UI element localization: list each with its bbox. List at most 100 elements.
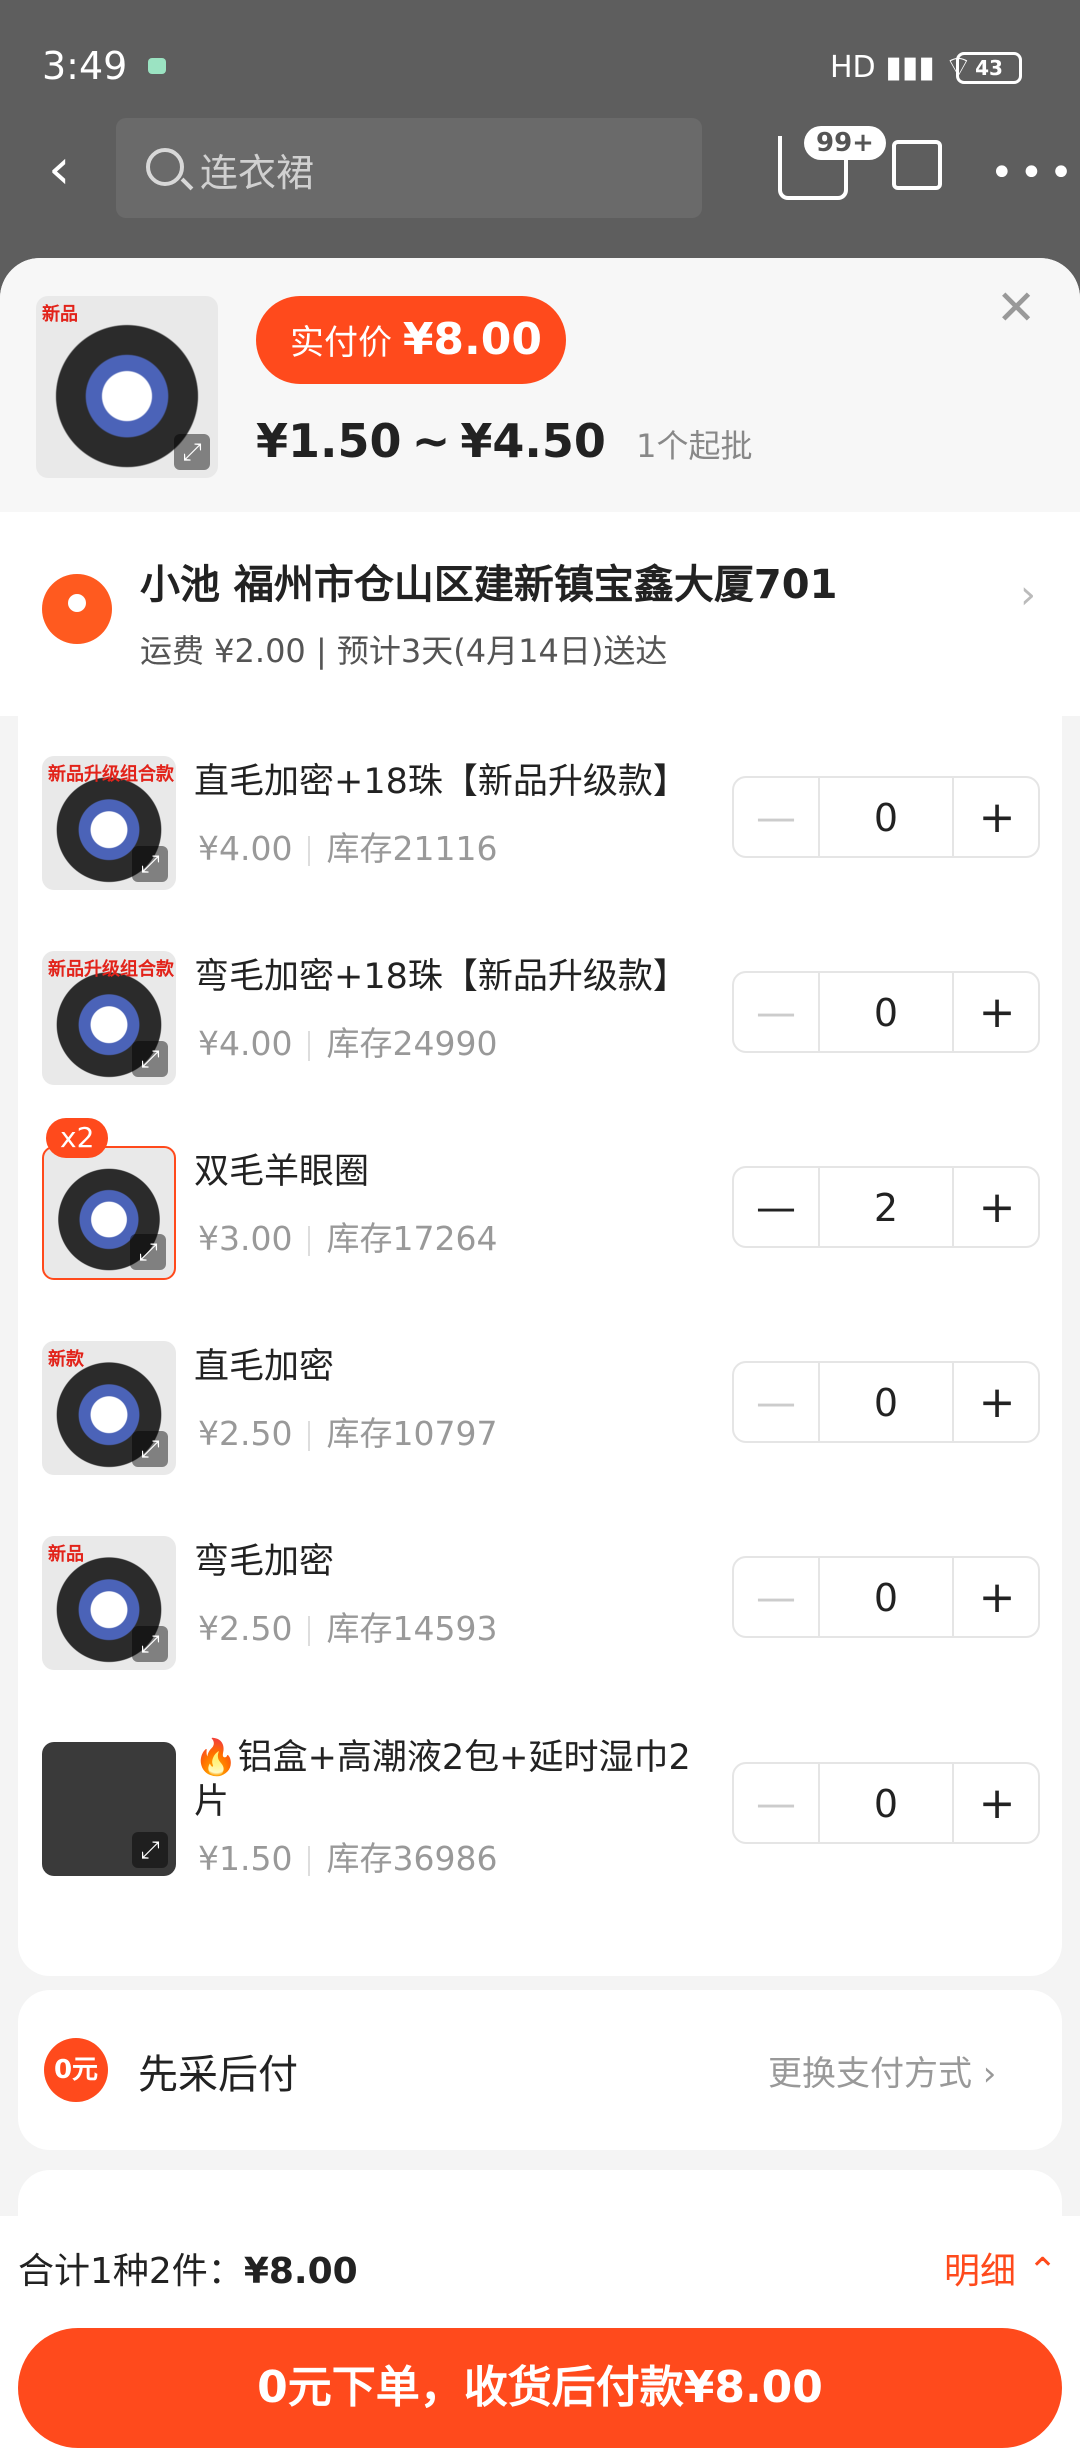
cart-badge: 99+ bbox=[804, 126, 886, 160]
quantity-input[interactable]: 0 bbox=[818, 1363, 954, 1443]
item-meta: ¥1.50 库存36986 bbox=[198, 1832, 497, 1880]
detail-toggle[interactable]: 明细 ⌃ bbox=[944, 2242, 1058, 2294]
item-title: 直毛加密+18珠【新品升级款】 bbox=[194, 762, 688, 802]
quantity-input[interactable]: 0 bbox=[818, 778, 954, 858]
product-thumbnail[interactable]: ⤢ bbox=[42, 1146, 176, 1280]
paid-label: 实付价 bbox=[290, 323, 392, 363]
list-item: 新品 ⤢ 弯毛加密 ¥2.50 库存14593 — 0 + bbox=[18, 1536, 1062, 1696]
item-meta: ¥4.00 库存21116 bbox=[198, 822, 497, 870]
product-thumbnail[interactable]: 新款 ⤢ bbox=[42, 1341, 176, 1475]
item-price: ¥4.00 bbox=[198, 829, 293, 868]
checkout-bar: 合计1种2件：¥8.00 明细 ⌃ 0元下单，收货后付款¥8.00 bbox=[0, 2216, 1080, 2460]
quantity-stepper: — 0 + bbox=[732, 1556, 1040, 1638]
top-nav: ‹ 连衣裙 99+ ••• bbox=[0, 110, 1080, 230]
quantity-input[interactable]: 0 bbox=[818, 973, 954, 1053]
selected-count-badge: x2 bbox=[46, 1118, 109, 1158]
change-payment-link[interactable]: 更换支付方式 › bbox=[768, 2046, 996, 2095]
payment-label: 先采后付 bbox=[138, 2052, 298, 2098]
increment-button[interactable]: + bbox=[954, 1764, 1040, 1844]
battery-icon: 43 bbox=[956, 52, 1022, 84]
thumbnail-tag: 新款 bbox=[48, 1349, 84, 1370]
more-icon[interactable]: ••• bbox=[990, 150, 1079, 196]
expand-icon[interactable]: ⤢ bbox=[132, 1041, 168, 1077]
increment-button[interactable]: + bbox=[954, 1558, 1040, 1638]
list-item: 新品升级组合款 ⤢ 弯毛加密+18珠【新品升级款】 ¥4.00 库存24990 —… bbox=[18, 951, 1062, 1111]
close-icon[interactable]: ✕ bbox=[996, 280, 1036, 336]
search-placeholder: 连衣裙 bbox=[200, 151, 315, 195]
item-title: 双毛羊眼圈 bbox=[194, 1152, 370, 1192]
quantity-input[interactable]: 0 bbox=[818, 1764, 954, 1844]
item-meta: ¥3.00 库存17264 bbox=[198, 1212, 497, 1260]
notification-icon bbox=[148, 58, 166, 74]
list-item: 新品升级组合款 ⤢ 直毛加密+18珠【新品升级款】 ¥4.00 库存21116 —… bbox=[18, 756, 1062, 916]
thumbnail-tag: 新品升级组合款 bbox=[48, 959, 174, 980]
decrement-button[interactable]: — bbox=[734, 973, 818, 1053]
sku-sheet: 新品 ⤢ 实付价 ¥8.00 ¥1.50 ~ ¥4.50 1个起批 ✕ 小池 福… bbox=[0, 258, 1080, 2460]
pay-later-icon: 0元 bbox=[44, 2038, 108, 2102]
decrement-button[interactable]: — bbox=[734, 1558, 818, 1638]
item-title: 弯毛加密 bbox=[194, 1542, 335, 1582]
shipping-info: 运费 ¥2.00 | 预计3天(4月14日)送达 bbox=[140, 632, 668, 670]
product-thumbnail[interactable]: 新品 ⤢ bbox=[42, 1536, 176, 1670]
list-item: 新款 ⤢ 直毛加密 ¥2.50 库存10797 — 0 + bbox=[18, 1341, 1062, 1501]
item-price: ¥2.50 bbox=[198, 1414, 293, 1453]
payment-method-row[interactable]: 0元 先采后付 更换支付方式 › bbox=[18, 1990, 1062, 2150]
decrement-button[interactable]: — bbox=[734, 1363, 818, 1443]
item-stock: 库存14593 bbox=[326, 1609, 498, 1648]
signal-icon: HD ▮▮▮ ⌔ bbox=[830, 50, 973, 85]
order-total: 合计1种2件：¥8.00 bbox=[18, 2242, 358, 2294]
item-price: ¥1.50 bbox=[198, 1839, 293, 1878]
location-pin-icon bbox=[42, 574, 112, 644]
expand-icon[interactable]: ⤢ bbox=[132, 1626, 168, 1662]
share-icon[interactable] bbox=[892, 140, 942, 190]
increment-button[interactable]: + bbox=[954, 973, 1040, 1053]
search-input[interactable]: 连衣裙 bbox=[116, 118, 702, 218]
product-thumbnail[interactable]: 新品升级组合款 ⤢ bbox=[42, 951, 176, 1085]
increment-button[interactable]: + bbox=[954, 1363, 1040, 1443]
product-thumbnail[interactable]: ⤢ bbox=[42, 1742, 176, 1876]
sheet-header: 新品 ⤢ 实付价 ¥8.00 ¥1.50 ~ ¥4.50 1个起批 ✕ bbox=[0, 258, 1080, 512]
price-range: ¥1.50 ~ ¥4.50 1个起批 bbox=[256, 414, 752, 468]
expand-icon[interactable]: ⤢ bbox=[132, 1832, 168, 1868]
quantity-stepper: — 0 + bbox=[732, 1762, 1040, 1844]
quantity-stepper: — 2 + bbox=[732, 1166, 1040, 1248]
chevron-left-icon[interactable]: ‹ bbox=[48, 140, 84, 200]
item-meta: ¥4.00 库存24990 bbox=[198, 1017, 497, 1065]
total-value: ¥8.00 bbox=[243, 2251, 358, 2292]
expand-icon[interactable]: ⤢ bbox=[130, 1234, 166, 1270]
expand-icon[interactable]: ⤢ bbox=[132, 1431, 168, 1467]
place-order-button[interactable]: 0元下单，收货后付款¥8.00 bbox=[18, 2328, 1062, 2448]
sku-list: 新品升级组合款 ⤢ 直毛加密+18珠【新品升级款】 ¥4.00 库存21116 —… bbox=[18, 716, 1062, 1976]
chevron-right-icon: › bbox=[1020, 572, 1036, 618]
item-stock: 库存36986 bbox=[326, 1839, 498, 1878]
search-icon bbox=[146, 148, 184, 186]
thumbnail-tag: 新品 bbox=[42, 304, 78, 325]
item-stock: 库存24990 bbox=[326, 1024, 498, 1063]
list-item: ⤢ x2 双毛羊眼圈 ¥3.00 库存17264 — 2 + bbox=[18, 1118, 1062, 1306]
item-title: 弯毛加密+18珠【新品升级款】 bbox=[194, 957, 688, 997]
item-stock: 库存10797 bbox=[326, 1414, 498, 1453]
item-price: ¥2.50 bbox=[198, 1609, 293, 1648]
product-thumbnail[interactable]: 新品 ⤢ bbox=[36, 296, 218, 478]
item-title: 直毛加密 bbox=[194, 1347, 335, 1387]
quantity-input[interactable]: 0 bbox=[818, 1558, 954, 1638]
expand-icon[interactable]: ⤢ bbox=[132, 846, 168, 882]
decrement-button[interactable]: — bbox=[734, 778, 818, 858]
item-meta: ¥2.50 库存14593 bbox=[198, 1602, 497, 1650]
status-time: 3:49 bbox=[42, 44, 128, 88]
quantity-stepper: — 0 + bbox=[732, 971, 1040, 1053]
decrement-button[interactable]: — bbox=[734, 1764, 818, 1844]
increment-button[interactable]: + bbox=[954, 778, 1040, 858]
expand-icon[interactable]: ⤢ bbox=[174, 434, 210, 470]
quantity-input[interactable]: 2 bbox=[818, 1168, 954, 1248]
item-meta: ¥2.50 库存10797 bbox=[198, 1407, 497, 1455]
product-thumbnail[interactable]: 新品升级组合款 ⤢ bbox=[42, 756, 176, 890]
paid-price: ¥8.00 bbox=[402, 314, 542, 365]
address-row[interactable]: 小池 福州市仓山区建新镇宝鑫大厦701 运费 ¥2.00 | 预计3天(4月14… bbox=[0, 512, 1080, 716]
thumbnail-tag: 新品升级组合款 bbox=[48, 764, 174, 785]
increment-button[interactable]: + bbox=[954, 1168, 1040, 1248]
item-stock: 库存17264 bbox=[326, 1219, 498, 1258]
paid-price-pill: 实付价 ¥8.00 bbox=[256, 296, 566, 384]
decrement-button[interactable]: — bbox=[734, 1168, 818, 1248]
range-sep: ~ bbox=[411, 414, 451, 468]
